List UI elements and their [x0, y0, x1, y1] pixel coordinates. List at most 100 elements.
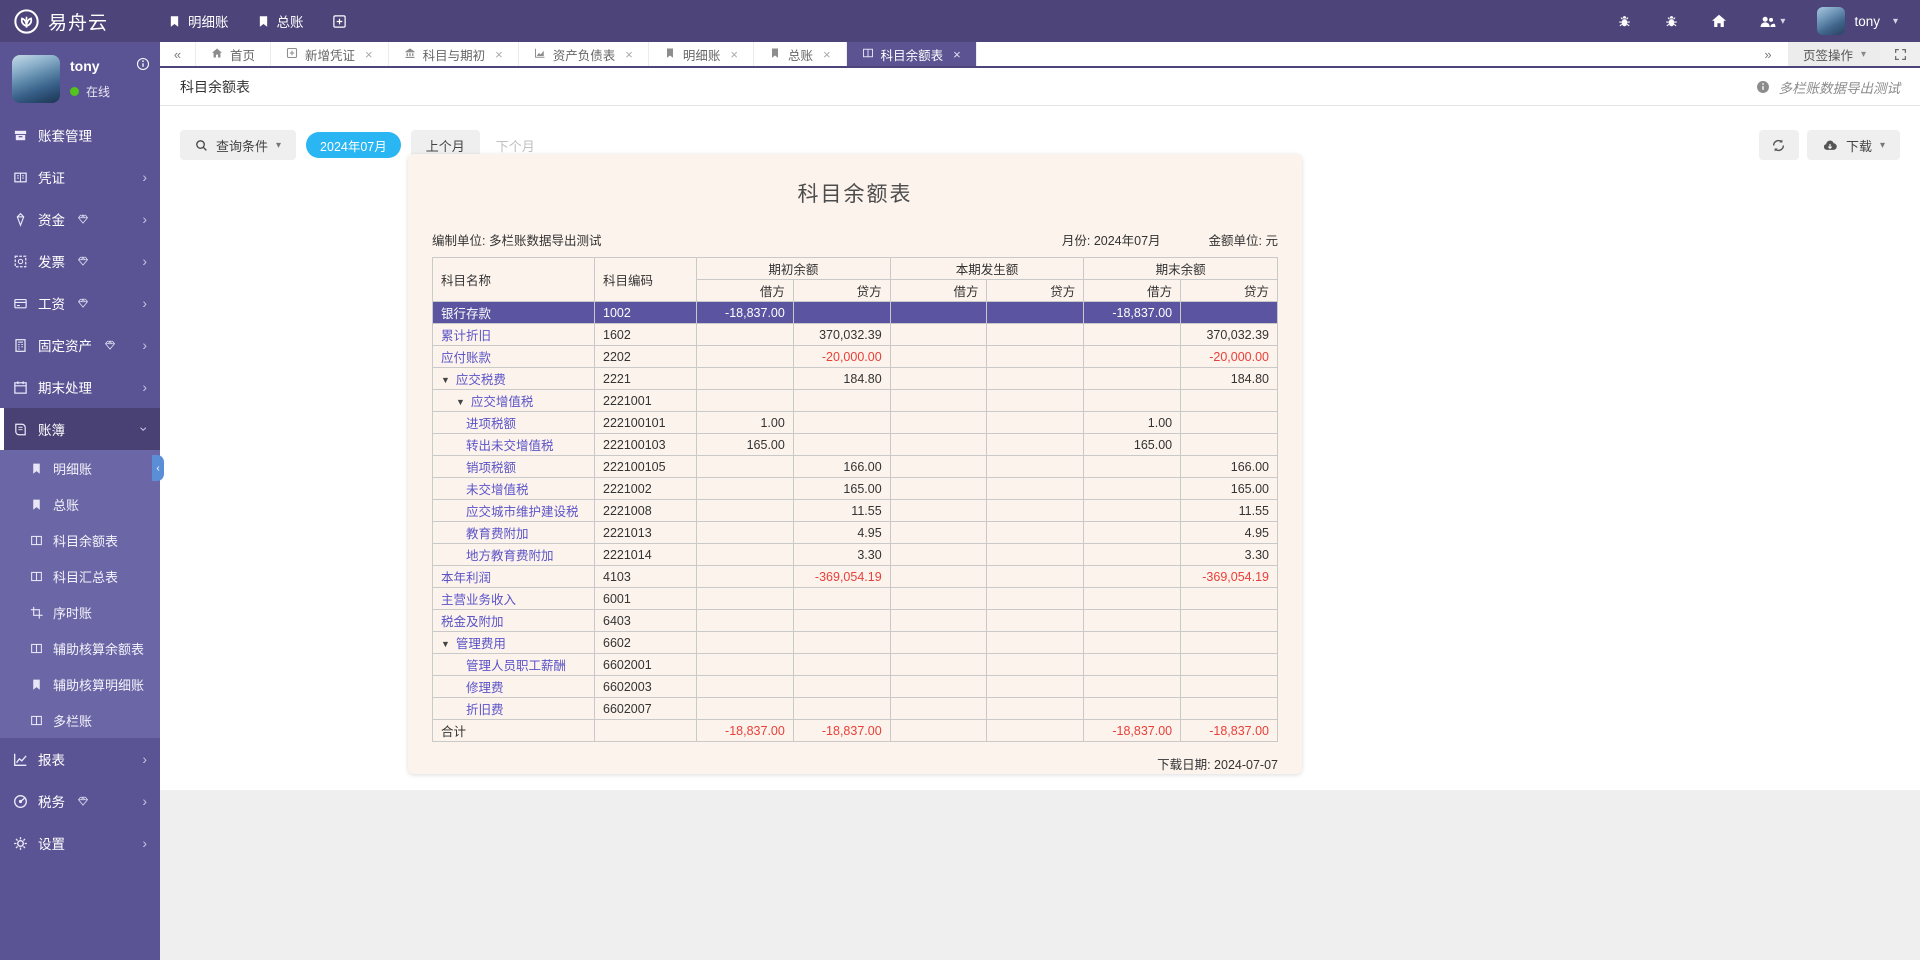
sidebar-subitem-2[interactable]: 科目余额表	[0, 522, 160, 558]
home-icon[interactable]	[1711, 13, 1727, 29]
account-name-link[interactable]: 折旧费	[466, 703, 504, 717]
tab-0[interactable]: 首页	[196, 42, 271, 66]
account-name-link[interactable]: 应交城市维护建设税	[466, 505, 579, 519]
account-name-link[interactable]: 税金及附加	[441, 615, 504, 629]
sidebar-item-10[interactable]: 设置›	[0, 822, 160, 864]
plus-square-icon	[332, 14, 347, 29]
top-nav-general-ledger[interactable]: 总账	[257, 11, 304, 31]
tabs-scroll-right-button[interactable]: »	[1748, 42, 1788, 66]
table-row[interactable]: 主营业务收入6001	[433, 588, 1278, 610]
account-name-link[interactable]: 主营业务收入	[441, 593, 516, 607]
table-row[interactable]: 地方教育费附加22210143.303.30	[433, 544, 1278, 566]
account-code-cell: 6602007	[595, 698, 697, 720]
account-name-link[interactable]: 转出未交增值税	[466, 439, 554, 453]
sidebar-item-6[interactable]: 期末处理›	[0, 366, 160, 408]
app-logo[interactable]: 易舟云	[0, 8, 160, 35]
sidebar-item-7[interactable]: 账簿›	[0, 408, 160, 450]
bug-icon[interactable]	[1617, 14, 1632, 29]
sidebar-item-8[interactable]: 报表›	[0, 738, 160, 780]
account-name-link[interactable]: 教育费附加	[466, 527, 529, 541]
fullscreen-button[interactable]	[1880, 42, 1920, 66]
account-name-link[interactable]: 本年利润	[441, 571, 491, 585]
user-menu[interactable]: tony ▾	[1817, 7, 1898, 35]
avatar[interactable]	[12, 55, 60, 103]
tabs: 首页新增凭证×科目与期初×资产负债表×明细账×总账×科目余额表×	[196, 42, 977, 66]
refresh-button[interactable]	[1759, 130, 1799, 160]
amount-cell	[890, 610, 987, 632]
account-name-link[interactable]: 地方教育费附加	[466, 549, 554, 563]
table-row[interactable]: 合计-18,837.00-18,837.00-18,837.00-18,837.…	[433, 720, 1278, 742]
sidebar-item-2[interactable]: 资金›	[0, 198, 160, 240]
download-button[interactable]: 下载 ▾	[1807, 130, 1900, 160]
table-row[interactable]: 教育费附加22210134.954.95	[433, 522, 1278, 544]
bug-icon[interactable]	[1664, 14, 1679, 29]
account-name-link[interactable]: 应付账款	[441, 351, 491, 365]
account-name-link[interactable]: 管理人员职工薪酬	[466, 659, 566, 673]
table-row[interactable]: 未交增值税2221002165.00165.00	[433, 478, 1278, 500]
table-row[interactable]: 累计折旧1602370,032.39370,032.39	[433, 324, 1278, 346]
triangle-down-icon[interactable]: ▼	[441, 639, 450, 649]
query-conditions-button[interactable]: 查询条件 ▾	[180, 130, 296, 160]
sidebar-subitem-6[interactable]: 辅助核算明细账	[0, 666, 160, 702]
sidebar-subitem-0[interactable]: 明细账	[0, 450, 160, 486]
tab-1[interactable]: 新增凭证×	[271, 42, 389, 66]
users-icon[interactable]: ▾	[1759, 14, 1785, 29]
account-name-link[interactable]: 应交增值税	[471, 395, 534, 409]
table-row[interactable]: ▼应交增值税2221001	[433, 390, 1278, 412]
account-name-link[interactable]: 进项税额	[466, 417, 516, 431]
tab-3[interactable]: 资产负债表×	[519, 42, 649, 66]
triangle-down-icon[interactable]: ▼	[456, 397, 465, 407]
table-row[interactable]: 应交城市维护建设税222100811.5511.55	[433, 500, 1278, 522]
account-name-link[interactable]: 销项税额	[466, 461, 516, 475]
close-icon[interactable]: ×	[823, 48, 831, 61]
close-icon[interactable]: ×	[730, 48, 738, 61]
tab-2[interactable]: 科目与期初×	[389, 42, 519, 66]
tab-4[interactable]: 明细账×	[649, 42, 754, 66]
table-row[interactable]: 折旧费 6602007	[433, 698, 1278, 720]
sidebar-subitem-3[interactable]: 科目汇总表	[0, 558, 160, 594]
tab-6[interactable]: 科目余额表×	[847, 42, 977, 66]
sidebar-subitem-1[interactable]: 总账	[0, 486, 160, 522]
account-name-link[interactable]: 应交税费	[456, 373, 506, 387]
account-name-link[interactable]: 管理费用	[456, 637, 506, 651]
sidebar-subitem-4[interactable]: 序时账	[0, 594, 160, 630]
top-nav-detail-ledger[interactable]: 明细账	[168, 11, 229, 31]
table-row[interactable]: 销项税额222100105166.00166.00	[433, 456, 1278, 478]
table-row[interactable]: ▼应交税费2221184.80184.80	[433, 368, 1278, 390]
sidebar-item-0[interactable]: 账套管理	[0, 114, 160, 156]
next-month-button[interactable]: 下个月	[490, 136, 541, 155]
account-name-link[interactable]: 累计折旧	[441, 329, 491, 343]
period-badge[interactable]: 2024年07月	[306, 132, 401, 158]
close-icon[interactable]: ×	[365, 48, 373, 61]
close-icon[interactable]: ×	[495, 48, 503, 61]
sidebar-item-9[interactable]: 税务›	[0, 780, 160, 822]
table-row[interactable]: 转出未交增值税222100103165.00165.00	[433, 434, 1278, 456]
account-name-link[interactable]: 修理费	[466, 681, 504, 695]
sidebar-collapse-handle[interactable]: ‹	[152, 455, 164, 481]
sidebar-item-3[interactable]: 发票›	[0, 240, 160, 282]
table-row[interactable]: 税金及附加6403	[433, 610, 1278, 632]
info-icon[interactable]	[136, 57, 150, 71]
tab-5[interactable]: 总账×	[754, 42, 847, 66]
close-icon[interactable]: ×	[953, 48, 961, 61]
account-name-cell: 教育费附加	[433, 522, 595, 544]
table-row[interactable]: 修理费6602003	[433, 676, 1278, 698]
sidebar-item-4[interactable]: 工资›	[0, 282, 160, 324]
sidebar-item-1[interactable]: 凭证›	[0, 156, 160, 198]
sidebar-subitem-7[interactable]: 多栏账	[0, 702, 160, 738]
table-row[interactable]: 本年利润4103-369,054.19-369,054.19	[433, 566, 1278, 588]
account-name-link[interactable]: 银行存款	[441, 307, 491, 321]
close-icon[interactable]: ×	[625, 48, 633, 61]
tab-operations-button[interactable]: 页签操作 ▾	[1789, 42, 1880, 66]
table-row[interactable]: 应付账款2202-20,000.00-20,000.00	[433, 346, 1278, 368]
account-name-link[interactable]: 未交增值税	[466, 483, 529, 497]
table-row[interactable]: 管理人员职工薪酬6602001	[433, 654, 1278, 676]
sidebar-subitem-5[interactable]: 辅助核算余额表	[0, 630, 160, 666]
tabs-scroll-left-button[interactable]: «	[160, 42, 196, 66]
table-row[interactable]: 银行存款1002-18,837.00-18,837.00	[433, 302, 1278, 324]
sidebar-item-5[interactable]: 固定资产›	[0, 324, 160, 366]
triangle-down-icon[interactable]: ▼	[441, 375, 450, 385]
table-row[interactable]: ▼管理费用6602	[433, 632, 1278, 654]
add-shortcut-button[interactable]	[332, 14, 347, 29]
table-row[interactable]: 进项税额2221001011.001.00	[433, 412, 1278, 434]
